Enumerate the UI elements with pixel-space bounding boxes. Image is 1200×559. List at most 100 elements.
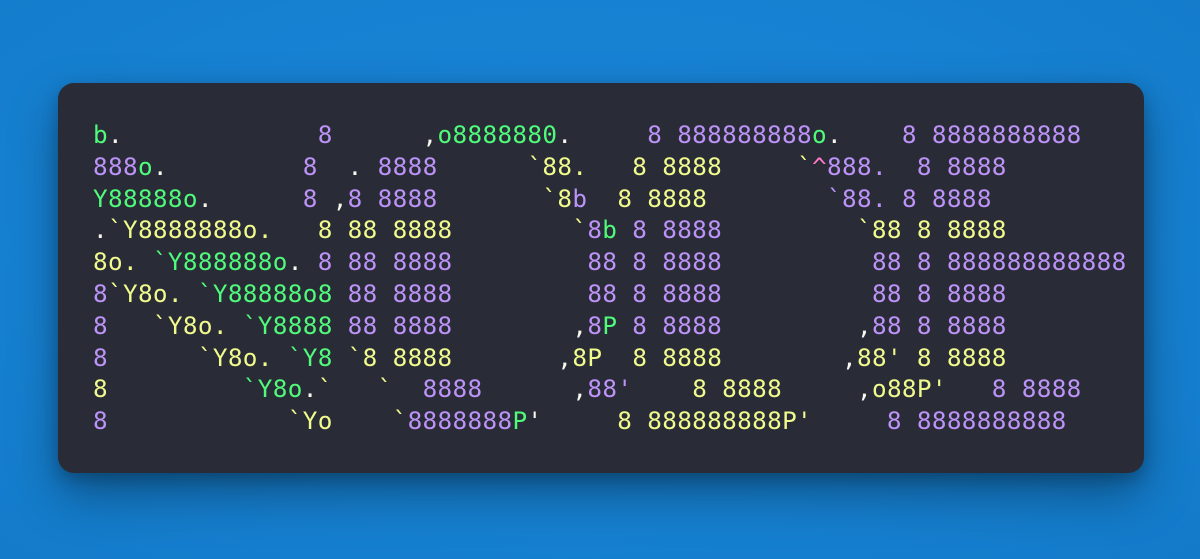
ascii-token: o bbox=[812, 120, 827, 149]
ascii-token: `Y888888o bbox=[152, 247, 288, 277]
ascii-token bbox=[303, 247, 318, 276]
ascii-token: 8 bbox=[317, 120, 333, 149]
ascii-token bbox=[632, 374, 692, 403]
ascii-token: ` bbox=[542, 183, 558, 213]
ascii-token: 8 88 8888 bbox=[317, 215, 453, 245]
ascii-token: . bbox=[557, 120, 573, 149]
ascii-token bbox=[902, 215, 917, 244]
ascii-token bbox=[123, 120, 318, 149]
ascii-token: Y88888o bbox=[93, 183, 198, 213]
ascii-token: 8888 bbox=[422, 374, 483, 404]
code-card: b. 8 ,o8888880. 8 888888888o. 8 88888888… bbox=[58, 83, 1144, 473]
ascii-line: 8 `Y8o. `Y8 `8 8888 ,8P 8 8888 ,88' 8 88… bbox=[93, 343, 1007, 372]
ascii-token bbox=[617, 311, 632, 340]
ascii-token bbox=[722, 247, 872, 276]
ascii-token: 8 8888 bbox=[632, 215, 723, 245]
ascii-token: . bbox=[212, 310, 228, 340]
ascii-token: . bbox=[167, 278, 183, 308]
ascii-token bbox=[438, 184, 543, 213]
ascii-token: . bbox=[93, 215, 108, 245]
ascii-token: 8 bbox=[347, 183, 363, 213]
ascii-token: `Y8o bbox=[107, 278, 168, 308]
ascii-token: ` bbox=[377, 374, 393, 404]
ascii-token bbox=[842, 120, 902, 149]
ascii-token bbox=[318, 152, 348, 181]
ascii-line: 8o. `Y888888o. 8 88 8888 88 8 8888 88 8 … bbox=[93, 247, 1127, 276]
ascii-line: 8 `Y8o.` ` 8888 ,88' 8 8888 ,o88P' 8 888… bbox=[93, 374, 1082, 403]
ascii-token: `88 bbox=[827, 183, 872, 213]
ascii-token: 8888888 bbox=[407, 406, 513, 436]
ascii-token: 8 8888 bbox=[632, 342, 723, 372]
ascii-token bbox=[453, 343, 558, 372]
ascii-token: 8888 bbox=[377, 183, 438, 213]
ascii-token: b bbox=[93, 120, 108, 149]
ascii-token bbox=[722, 343, 842, 372]
ascii-token bbox=[438, 152, 528, 181]
ascii-token bbox=[453, 279, 588, 308]
ascii-token: 8 bbox=[93, 342, 108, 372]
ascii-token: 8 888888888 bbox=[617, 406, 783, 436]
ascii-token: ` bbox=[392, 406, 408, 436]
ascii-token: 8 bbox=[302, 151, 318, 181]
ascii-token bbox=[617, 215, 632, 244]
ascii-token: 88 bbox=[587, 247, 618, 277]
ascii-token: `Y8o bbox=[197, 342, 258, 372]
ascii-token: P' bbox=[782, 406, 813, 436]
ascii-token bbox=[782, 374, 857, 403]
ascii-token: ' bbox=[527, 406, 543, 436]
ascii-token: 88 bbox=[871, 278, 902, 308]
ascii-token: 8 bbox=[557, 183, 573, 213]
ascii-token bbox=[902, 279, 917, 308]
ascii-token bbox=[108, 406, 288, 435]
ascii-token bbox=[902, 311, 917, 340]
ascii-token bbox=[228, 311, 243, 340]
ascii-token bbox=[602, 343, 632, 372]
ascii-token: ` bbox=[317, 374, 333, 404]
ascii-token bbox=[722, 311, 857, 340]
ascii-token: b bbox=[602, 215, 618, 245]
ascii-token: 88 8888 bbox=[347, 278, 453, 308]
ascii-token: . bbox=[257, 342, 273, 372]
ascii-token: 8888 bbox=[377, 151, 438, 181]
ascii-token bbox=[318, 184, 333, 213]
ascii-token: . bbox=[152, 151, 168, 181]
ascii-token: ` bbox=[797, 151, 813, 181]
ascii-token bbox=[453, 311, 573, 340]
ascii-token: , bbox=[842, 342, 857, 372]
ascii-token: 8 8888 bbox=[632, 247, 723, 277]
ascii-token bbox=[393, 374, 423, 403]
ascii-token: 8 8888888888 bbox=[901, 120, 1082, 149]
ascii-token: 8 8888 bbox=[916, 215, 1007, 245]
ascii-art-block[interactable]: b. 8 ,o8888880. 8 888888888o. 8 88888888… bbox=[93, 119, 1134, 437]
ascii-token bbox=[138, 247, 153, 276]
ascii-line: 8 `Y8o. `Y8888 88 8888 ,8P 8 8888 ,88 8 … bbox=[93, 311, 1007, 340]
screen-root: b. 8 ,o8888880. 8 888888888o. 8 88888888… bbox=[0, 0, 1200, 559]
ascii-token: , bbox=[856, 310, 872, 340]
ascii-token: P bbox=[602, 310, 618, 340]
ascii-token: . bbox=[107, 120, 123, 149]
ascii-token: 8 bbox=[93, 310, 108, 340]
ascii-token bbox=[722, 215, 857, 244]
ascii-token bbox=[273, 215, 318, 244]
ascii-token: 8 8888888888 bbox=[886, 406, 1067, 436]
ascii-token bbox=[722, 152, 797, 181]
ascii-token: 8 8888 bbox=[632, 151, 723, 181]
ascii-token: . bbox=[871, 183, 887, 213]
ascii-token: 8 8888 bbox=[632, 278, 723, 308]
ascii-token: 8 8888 bbox=[916, 310, 1007, 340]
code-area[interactable]: b. 8 ,o8888880. 8 888888888o. 8 88888888… bbox=[93, 119, 1134, 465]
ascii-token: 888 bbox=[827, 151, 872, 181]
ascii-token: 8 bbox=[93, 278, 108, 308]
ascii-token: 8o bbox=[93, 247, 123, 277]
ascii-token bbox=[333, 311, 348, 340]
ascii-token: `Y8888888o bbox=[107, 215, 258, 245]
ascii-token bbox=[333, 343, 348, 372]
ascii-token bbox=[572, 120, 647, 149]
ascii-token bbox=[363, 184, 378, 213]
ascii-token bbox=[108, 343, 198, 372]
ascii-token: 8 88 8888 bbox=[317, 247, 453, 277]
ascii-token: `8 8888 bbox=[347, 342, 453, 372]
ascii-token: , bbox=[572, 374, 588, 404]
ascii-token: , bbox=[557, 342, 573, 372]
ascii-token bbox=[587, 152, 632, 181]
